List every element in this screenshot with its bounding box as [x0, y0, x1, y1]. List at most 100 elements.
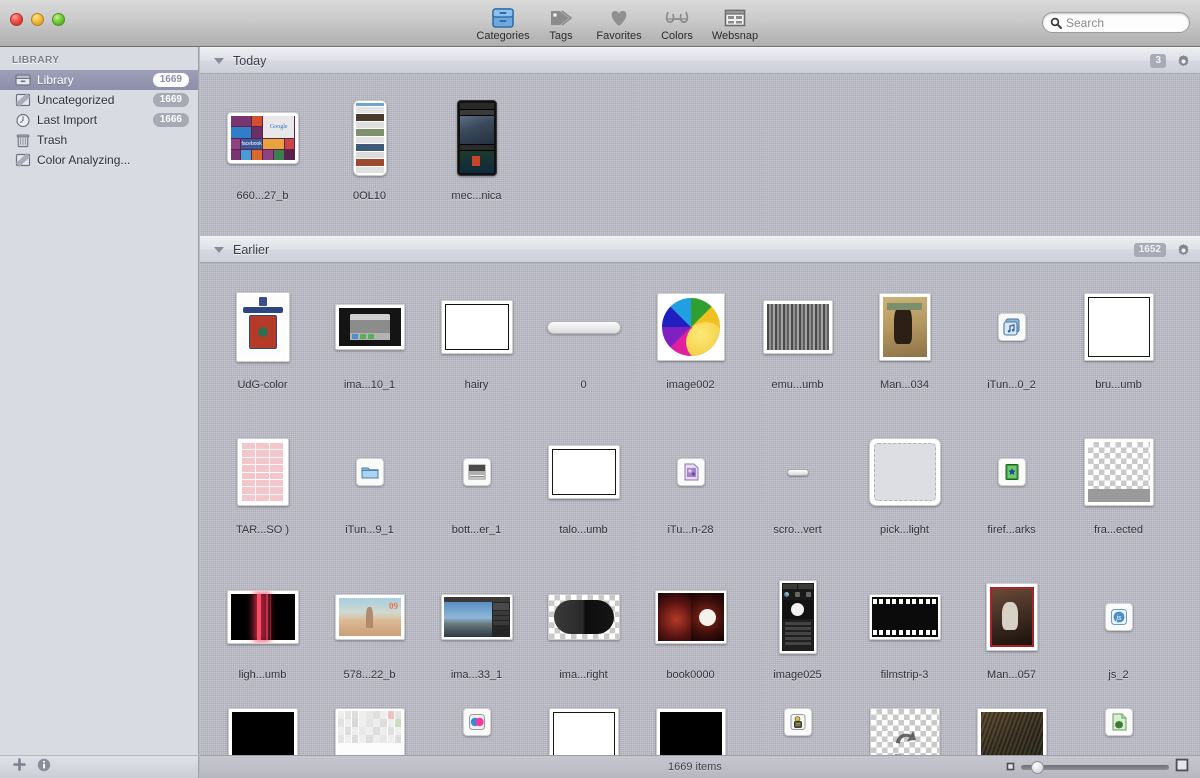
thumbnail[interactable]	[744, 416, 851, 528]
grid-item[interactable]: 0	[530, 271, 637, 416]
toolbar-item-favorites[interactable]: Favorites	[590, 2, 648, 42]
grid-item[interactable]: TAR...SO )	[209, 416, 316, 561]
thumbnail[interactable]	[209, 706, 316, 755]
thumbnail[interactable]	[316, 82, 423, 194]
thumbnail[interactable]	[209, 271, 316, 383]
toolbar-item-websnap[interactable]: Websnap	[706, 2, 764, 42]
disclosure-triangle-icon[interactable]	[214, 57, 224, 64]
grid-item[interactable]: hairy	[423, 271, 530, 416]
grid-item[interactable]: Google facebook 660...27_b	[209, 82, 316, 227]
grid-item[interactable]: iTu...n-28	[637, 416, 744, 561]
grid-item[interactable]: pick...light	[851, 416, 958, 561]
large-thumbnail-icon[interactable]	[1175, 758, 1189, 777]
thumbnail[interactable]	[1065, 706, 1172, 755]
minimize-button[interactable]	[31, 13, 44, 26]
grid-item[interactable]: js js_2	[1065, 561, 1172, 706]
thumbnail[interactable]	[423, 706, 530, 755]
gear-icon[interactable]	[1176, 243, 1191, 263]
thumbnail[interactable]: 09	[316, 561, 423, 673]
thumbnail[interactable]	[209, 416, 316, 528]
gear-icon[interactable]	[1176, 54, 1191, 74]
grid-item[interactable]: ligh...umb	[209, 561, 316, 706]
section-header-earlier[interactable]: Earlier 1652	[200, 236, 1200, 263]
grid-item[interactable]: book0000	[637, 561, 744, 706]
grid-item[interactable]	[744, 706, 851, 755]
grid-item[interactable]: iTun...9_1	[316, 416, 423, 561]
thumbnail[interactable]	[1065, 271, 1172, 383]
sidebar-item-library[interactable]: Library 1669	[0, 70, 198, 90]
grid-item[interactable]: Share	[851, 706, 958, 755]
thumbnail[interactable]	[958, 416, 1065, 528]
thumbnail[interactable]	[423, 271, 530, 383]
close-button[interactable]	[10, 13, 23, 26]
grid-item[interactable]: fra...ected	[1065, 416, 1172, 561]
thumbnail[interactable]	[423, 82, 530, 194]
thumbnail[interactable]	[530, 416, 637, 528]
grid-item[interactable]: 0OL10	[316, 82, 423, 227]
grid-item[interactable]	[423, 706, 530, 755]
thumbnail[interactable]	[637, 561, 744, 673]
grid-item[interactable]: bott...er_1	[423, 416, 530, 561]
thumbnail[interactable]	[316, 416, 423, 528]
thumbnail-size-slider[interactable]	[1021, 760, 1169, 774]
small-thumbnail-icon[interactable]	[1006, 758, 1015, 776]
grid-item[interactable]	[637, 706, 744, 755]
thumbnail[interactable]: js	[1065, 561, 1172, 673]
grid-item[interactable]: iTun...0_2	[958, 271, 1065, 416]
thumbnail-size-control[interactable]	[1006, 758, 1189, 777]
thumbnail[interactable]	[958, 706, 1065, 755]
grid-item[interactable]	[958, 706, 1065, 755]
thumbnail[interactable]	[530, 706, 637, 755]
sidebar-item-uncategorized[interactable]: Uncategorized 1669	[0, 90, 198, 110]
thumbnail[interactable]	[316, 706, 423, 755]
toolbar-item-colors[interactable]: Colors	[648, 2, 706, 42]
zoom-button[interactable]	[52, 13, 65, 26]
thumbnail[interactable]	[744, 271, 851, 383]
grid-item[interactable]	[209, 706, 316, 755]
sidebar-item-last-import[interactable]: Last Import 1666	[0, 110, 198, 130]
sidebar-item-trash[interactable]: Trash	[0, 130, 198, 150]
grid-item[interactable]	[316, 706, 423, 755]
slider-knob[interactable]	[1031, 760, 1044, 774]
thumbnail[interactable]	[637, 416, 744, 528]
grid-item[interactable]: ima...right	[530, 561, 637, 706]
search-field[interactable]	[1042, 12, 1190, 33]
thumbnail[interactable]	[744, 561, 851, 673]
grid-item[interactable]: 09 578...22_b	[316, 561, 423, 706]
grid-item[interactable]: scro...vert	[744, 416, 851, 561]
section-header-today[interactable]: Today 3	[200, 47, 1200, 74]
thumbnail[interactable]	[958, 561, 1065, 673]
content-area[interactable]: Today 3 Google facebook 660...27_b 0OL10…	[200, 47, 1200, 755]
thumbnail[interactable]	[209, 561, 316, 673]
info-button[interactable]	[37, 758, 51, 777]
grid-item[interactable]: firef...arks	[958, 416, 1065, 561]
thumbnail[interactable]	[637, 271, 744, 383]
thumbnail[interactable]: Google facebook	[209, 82, 316, 194]
thumbnail[interactable]	[851, 561, 958, 673]
grid-item[interactable]: filmstrip-3	[851, 561, 958, 706]
add-button[interactable]	[13, 758, 26, 776]
grid-item[interactable]	[1065, 706, 1172, 755]
search-input[interactable]	[1066, 15, 1176, 30]
toolbar-item-categories[interactable]: Categories	[474, 2, 532, 42]
thumbnail[interactable]	[316, 271, 423, 383]
thumbnail[interactable]	[423, 561, 530, 673]
thumbnail[interactable]	[958, 271, 1065, 383]
thumbnail[interactable]	[637, 706, 744, 755]
grid-item[interactable]: bru...umb	[1065, 271, 1172, 416]
grid-item[interactable]: emu...umb	[744, 271, 851, 416]
thumbnail[interactable]	[1065, 416, 1172, 528]
grid-item[interactable]: talo...umb	[530, 416, 637, 561]
thumbnail[interactable]: Share	[851, 706, 958, 755]
grid-item[interactable]: UdG-color	[209, 271, 316, 416]
thumbnail[interactable]	[423, 416, 530, 528]
grid-item[interactable]: ima...33_1	[423, 561, 530, 706]
grid-item[interactable]: image002	[637, 271, 744, 416]
grid-item[interactable]: mec...nica	[423, 82, 530, 227]
grid-item[interactable]: ima...10_1	[316, 271, 423, 416]
thumbnail[interactable]	[530, 561, 637, 673]
thumbnail[interactable]	[530, 271, 637, 383]
thumbnail[interactable]	[744, 706, 851, 755]
grid-item[interactable]: Man...057	[958, 561, 1065, 706]
sidebar-item-color-analyzing[interactable]: Color Analyzing...	[0, 150, 198, 170]
